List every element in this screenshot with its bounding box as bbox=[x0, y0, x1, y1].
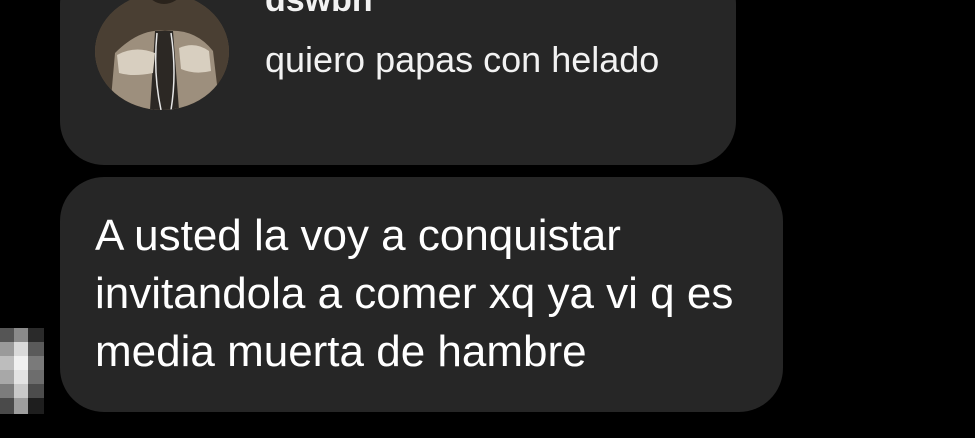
pixelated-avatar-icon bbox=[0, 328, 44, 414]
quoted-message-bubble[interactable]: dswbh quiero papas con helado bbox=[60, 0, 736, 165]
reply-message-text: A usted la voy a conquistar invitandola … bbox=[95, 211, 734, 376]
quoted-message-text: quiero papas con helado bbox=[265, 39, 660, 80]
quoted-author-name: dswbh bbox=[265, 0, 373, 19]
profile-photo-icon bbox=[95, 0, 229, 110]
quoted-author-avatar[interactable] bbox=[95, 0, 229, 110]
sender-avatar[interactable] bbox=[0, 328, 44, 414]
reply-message-bubble[interactable]: A usted la voy a conquistar invitandola … bbox=[60, 177, 783, 412]
